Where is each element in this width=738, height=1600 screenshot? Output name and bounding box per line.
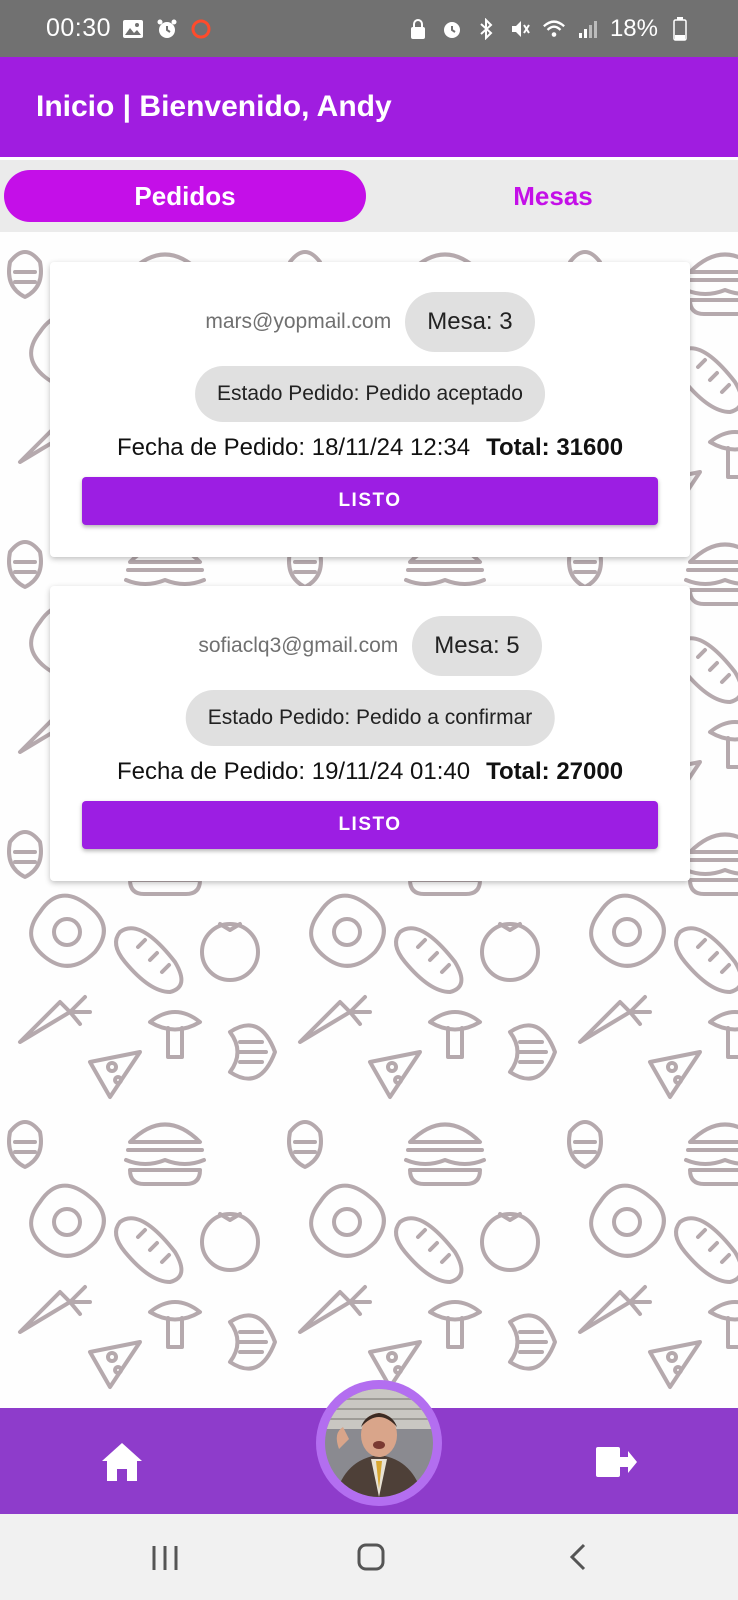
listo-button[interactable]: LISTO — [82, 477, 658, 525]
listo-button[interactable]: LISTO — [82, 801, 658, 849]
back-icon[interactable] — [566, 1542, 590, 1577]
order-details: Fecha de Pedido: 18/11/24 12:34 Total: 3… — [50, 434, 690, 462]
tab-bar: Pedidos Mesas — [0, 160, 738, 232]
customer-email: sofiaclq3@gmail.com — [198, 634, 399, 657]
order-total: Total: 27000 — [486, 758, 624, 785]
logout-icon[interactable] — [594, 1443, 638, 1481]
order-date: Fecha de Pedido: 19/11/24 01:40 — [116, 758, 471, 785]
battery-icon — [668, 16, 692, 41]
order-total: Total: 31600 — [486, 434, 624, 461]
table-chip: Mesa: 3 — [405, 292, 535, 352]
tab-mesas[interactable]: Mesas — [372, 170, 734, 222]
order-header: sofiaclq3@gmail.com Mesa: 5 — [50, 616, 690, 676]
profile-avatar-button[interactable] — [316, 1380, 442, 1506]
order-card: mars@yopmail.com Mesa: 3 Estado Pedido: … — [50, 262, 690, 557]
customer-email: mars@yopmail.com — [205, 310, 392, 333]
alarm-icon — [155, 17, 179, 41]
tab-pedidos[interactable]: Pedidos — [4, 170, 366, 222]
status-left: 00:30 — [46, 14, 213, 43]
order-status-chip: Estado Pedido: Pedido a confirmar — [185, 690, 555, 746]
status-bar: 00:30 18% — [0, 0, 738, 57]
system-nav-bar — [0, 1514, 738, 1600]
battery-percent: 18% — [609, 14, 658, 42]
home-button-icon[interactable] — [356, 1542, 386, 1577]
bluetooth-icon — [474, 17, 498, 41]
recent-apps-icon[interactable] — [150, 1544, 180, 1577]
alarm-icon — [440, 17, 464, 41]
order-status-chip: Estado Pedido: Pedido aceptado — [195, 366, 545, 422]
signal-icon — [576, 17, 600, 41]
avatar — [325, 1389, 433, 1497]
order-card: sofiaclq3@gmail.com Mesa: 5 Estado Pedid… — [50, 586, 690, 881]
home-icon[interactable] — [100, 1441, 144, 1483]
app-bar: Inicio | Bienvenido, Andy — [0, 57, 738, 157]
order-details: Fecha de Pedido: 19/11/24 01:40 Total: 2… — [50, 758, 690, 786]
lock-icon — [406, 17, 430, 41]
table-chip: Mesa: 5 — [412, 616, 542, 676]
record-icon — [189, 17, 213, 41]
wifi-icon — [542, 17, 566, 41]
page-title: Inicio | Bienvenido, Andy — [36, 90, 392, 123]
mute-icon — [508, 17, 532, 41]
status-time: 00:30 — [46, 14, 112, 42]
status-right: 18% — [406, 15, 692, 43]
gallery-icon — [121, 17, 145, 41]
order-header: mars@yopmail.com Mesa: 3 — [50, 292, 690, 352]
order-date: Fecha de Pedido: 18/11/24 12:34 — [116, 434, 471, 461]
